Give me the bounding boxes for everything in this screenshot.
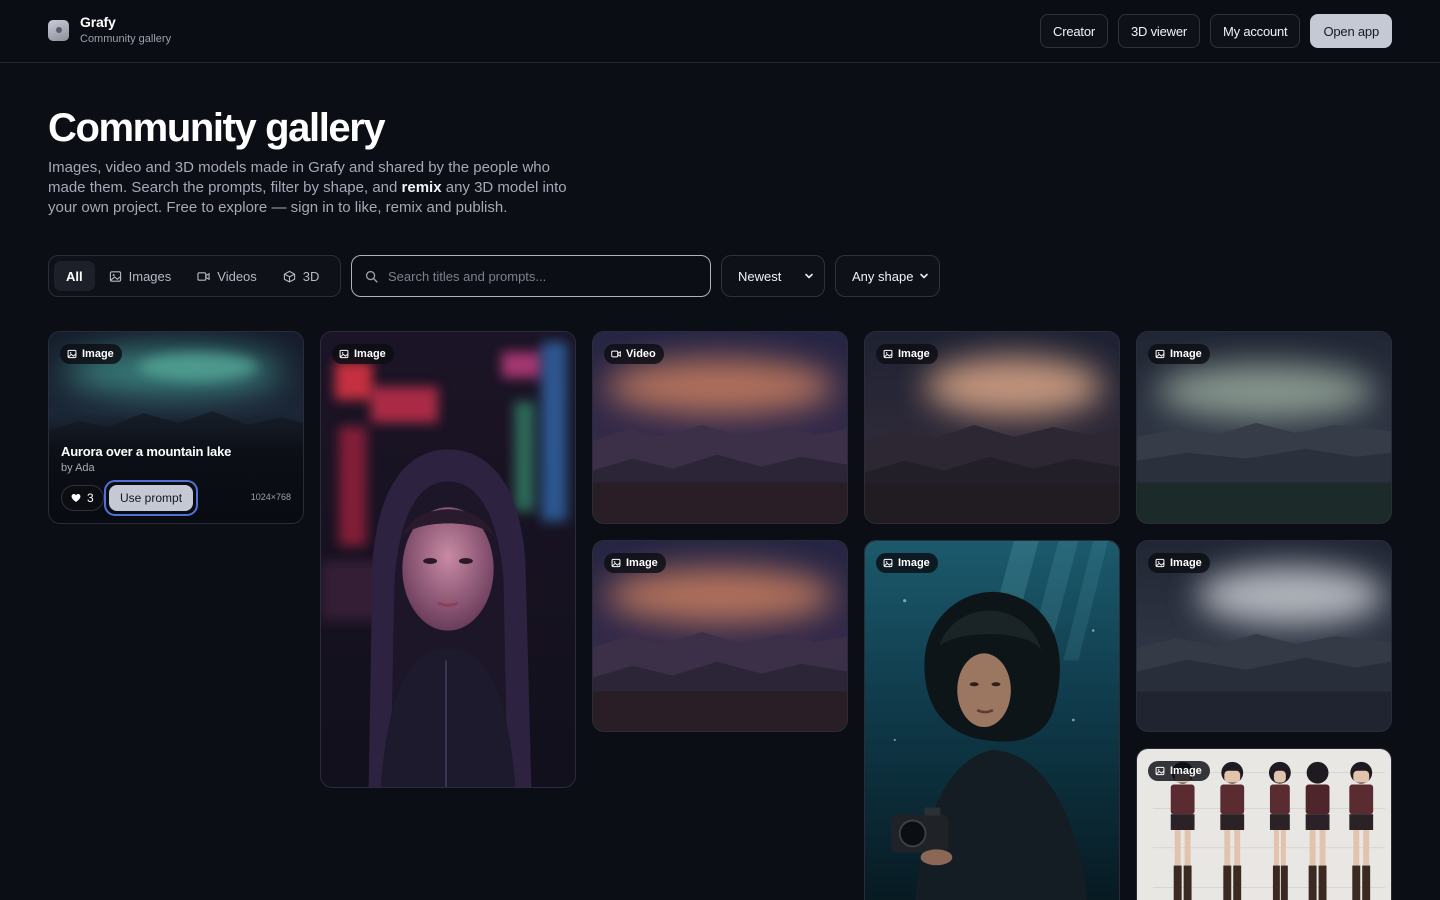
description-emphasis: remix [401, 179, 442, 196]
heart-icon [71, 494, 81, 502]
my-account-button[interactable]: My account [1210, 14, 1301, 48]
media-type-label: Image [1170, 765, 1202, 777]
neon-portrait-artwork [321, 332, 575, 787]
open-app-button[interactable]: Open app [1310, 14, 1392, 48]
creator-button[interactable]: Creator [1040, 14, 1108, 48]
chevron-down-icon [920, 273, 928, 279]
tab-all[interactable]: All [54, 261, 95, 291]
use-prompt-button[interactable]: Use prompt [104, 480, 199, 516]
image-icon [883, 558, 893, 568]
tab-videos[interactable]: Videos [185, 261, 269, 291]
image-icon [1155, 349, 1165, 359]
gallery-card[interactable]: Image [864, 540, 1120, 900]
image-dimensions: 1024×768 [250, 492, 291, 502]
search-input[interactable] [388, 268, 697, 284]
media-type-label: Image [1170, 557, 1202, 569]
video-icon [611, 350, 621, 358]
media-type-label: Image [626, 557, 658, 569]
brand-name: Grafy [80, 14, 116, 30]
image-icon [67, 349, 77, 359]
brand-subtitle: Community gallery [80, 33, 172, 45]
tab-3d[interactable]: 3D [271, 261, 332, 291]
page-description: Images, video and 3D models made in Graf… [48, 158, 578, 218]
search-box[interactable] [351, 255, 711, 297]
video-icon [197, 271, 210, 281]
image-icon [1155, 558, 1165, 568]
top-nav: Creator 3D viewer My account Open app [1040, 14, 1392, 48]
grafy-logo-icon [48, 19, 69, 41]
image-icon [883, 349, 893, 359]
chevron-down-icon [805, 273, 813, 279]
like-count: 3 [87, 491, 94, 505]
media-type-badge: Image [1148, 761, 1210, 781]
media-type-badge: Image [1148, 553, 1210, 573]
sort-select-value: Newest [738, 268, 782, 284]
card-author[interactable]: by Ada [61, 462, 95, 474]
image-icon [611, 558, 621, 568]
media-type-badge: Image [332, 344, 394, 364]
media-type-label: Image [898, 557, 930, 569]
media-type-label: Image [354, 348, 386, 360]
media-type-badge: Image [1148, 344, 1210, 364]
image-icon [1155, 766, 1165, 776]
sort-select[interactable]: Newest [721, 255, 825, 297]
image-icon [339, 349, 349, 359]
gallery-card[interactable]: Image [1136, 748, 1392, 900]
3d-viewer-button[interactable]: 3D viewer [1118, 14, 1200, 48]
page-title: Community gallery [48, 106, 386, 150]
tab-images[interactable]: Images [97, 261, 184, 291]
media-type-badge: Image [876, 553, 938, 573]
media-type-badge: Video [604, 344, 664, 364]
cube-icon [283, 270, 295, 283]
shape-select-value: Any shape [852, 268, 914, 284]
media-type-label: Image [898, 348, 930, 360]
image-icon [109, 270, 121, 282]
shape-select[interactable]: Any shape [835, 255, 940, 297]
media-type-badge: Image [876, 344, 938, 364]
tab-images-label: Images [128, 268, 172, 284]
gallery-card[interactable]: Image [864, 331, 1120, 524]
use-prompt-label: Use prompt [109, 485, 194, 511]
media-type-label: Image [1170, 348, 1202, 360]
like-button[interactable]: 3 [61, 485, 104, 511]
gallery-card[interactable]: Image [1136, 540, 1392, 732]
tab-videos-label: Videos [217, 268, 257, 284]
search-icon [365, 270, 378, 283]
media-type-badge: Image [60, 344, 122, 364]
gallery-card[interactable]: Video [592, 331, 848, 524]
top-bar: Grafy Community gallery Creator 3D viewe… [0, 0, 1440, 63]
type-filter-tabs: All Images Videos 3D [48, 255, 341, 297]
gallery-card[interactable]: Image [1136, 331, 1392, 524]
gallery-card[interactable]: Image [320, 331, 576, 788]
underwater-portrait-artwork [865, 541, 1119, 900]
card-title: Aurora over a mountain lake [61, 444, 232, 459]
media-type-label: Image [82, 348, 114, 360]
brand[interactable]: Grafy Community gallery [48, 14, 171, 46]
media-type-badge: Image [604, 553, 666, 573]
media-type-label: Video [626, 348, 656, 360]
tab-all-label: All [66, 268, 83, 284]
gallery-card-aurora[interactable]: Image Aurora over a mountain lake by Ada… [48, 331, 304, 524]
gallery-card[interactable]: Image [592, 540, 848, 732]
tab-3d-label: 3D [302, 268, 320, 284]
